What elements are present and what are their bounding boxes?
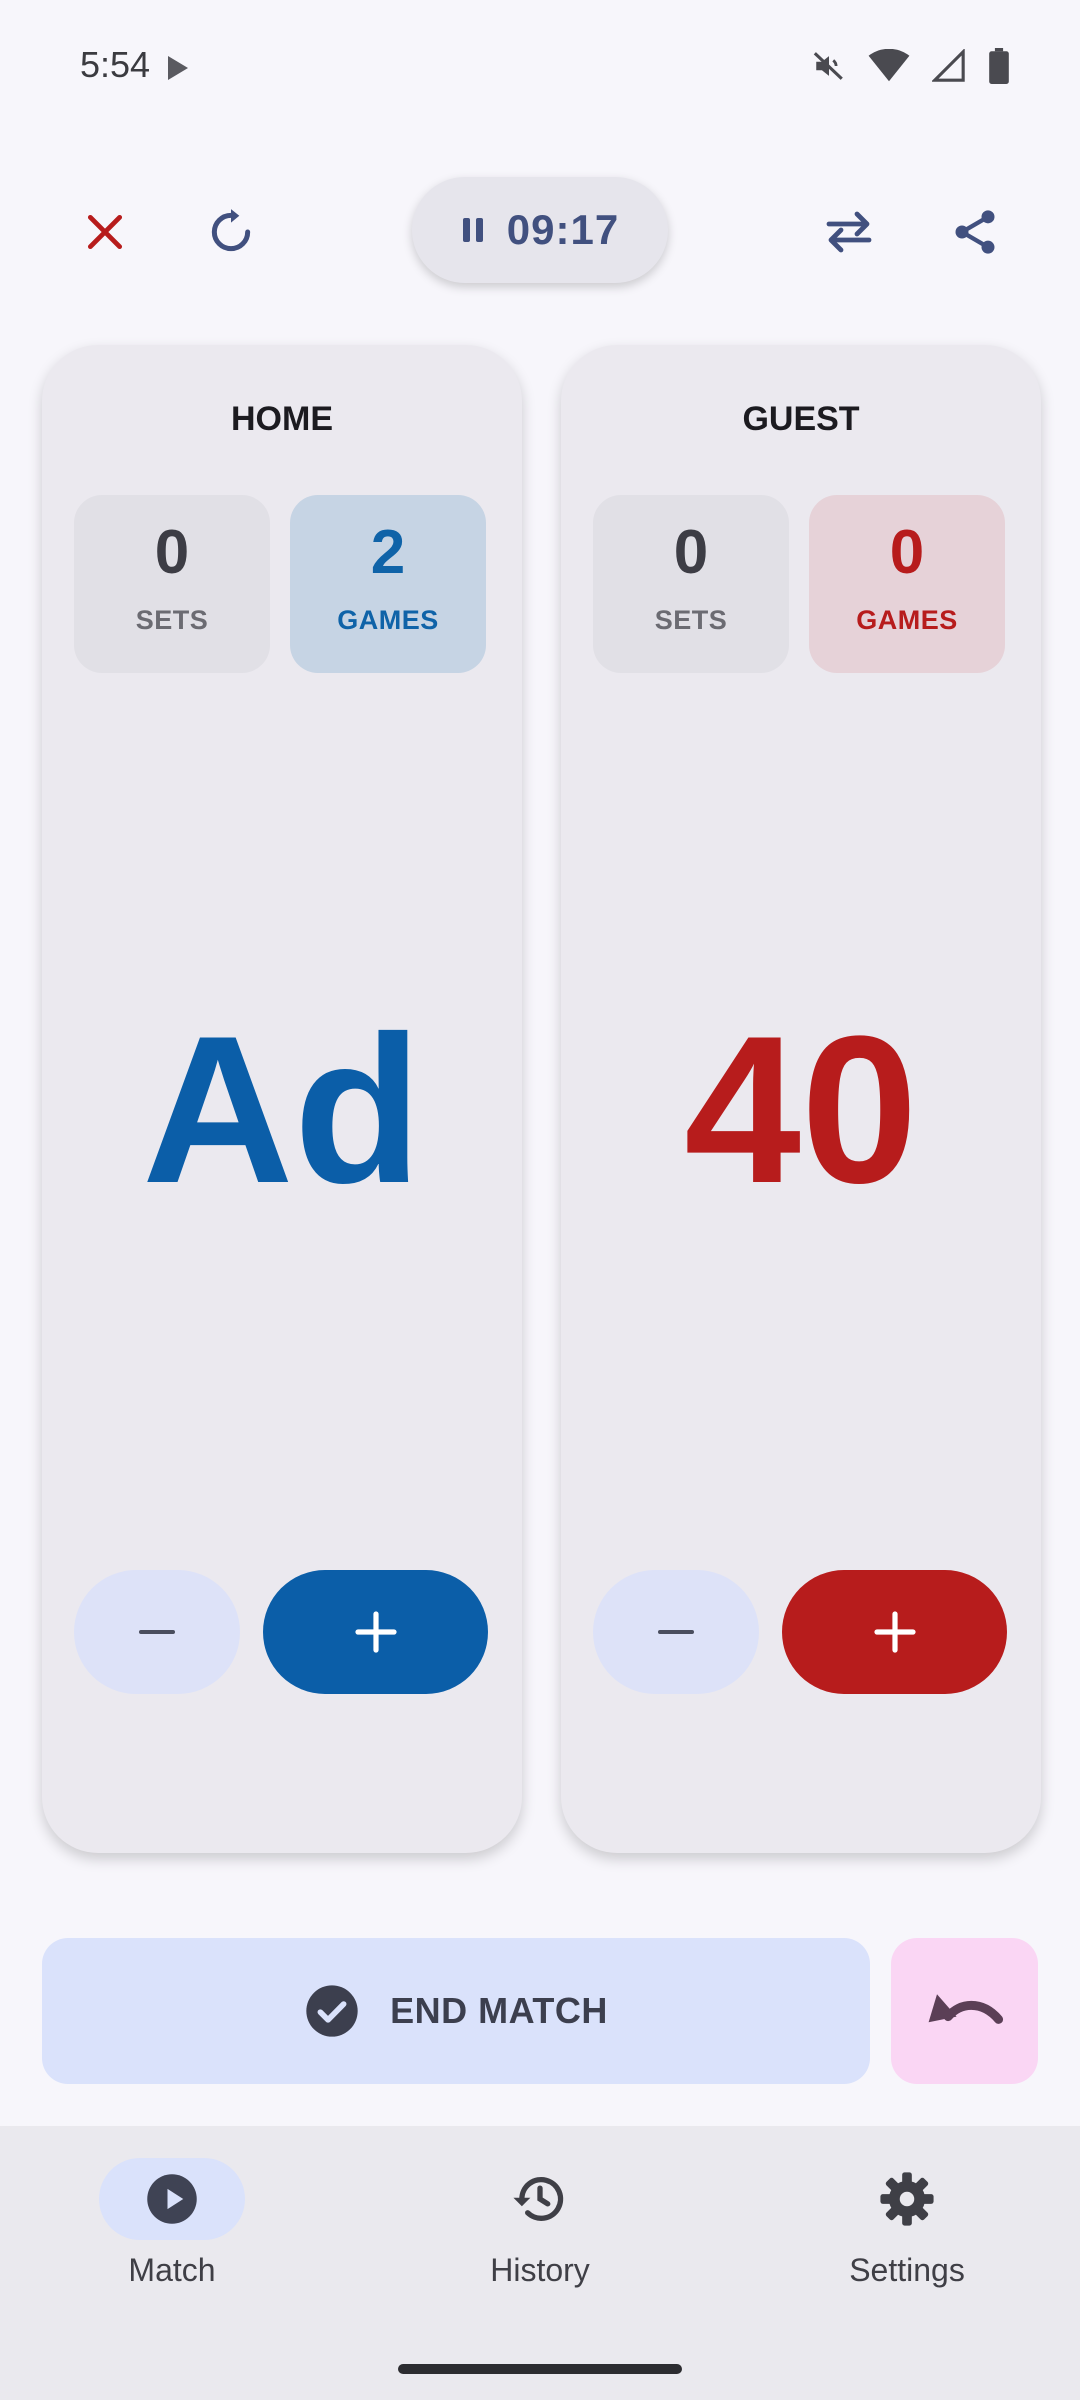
- plus-icon: [354, 1611, 397, 1653]
- nav-history-icon-wrap: [467, 2158, 613, 2240]
- home-sets-box: 0 SETS: [74, 495, 270, 673]
- status-bar: 5:54: [0, 0, 1080, 136]
- home-games-label: GAMES: [337, 605, 439, 635]
- play-icon: [168, 56, 188, 80]
- guest-minus-button[interactable]: [593, 1570, 759, 1694]
- gear-icon: [880, 2172, 934, 2226]
- home-games-value: 2: [370, 518, 406, 587]
- signal-icon: [932, 49, 965, 82]
- nav-item-match[interactable]: Match: [42, 2158, 302, 2289]
- guest-games-value: 0: [889, 518, 925, 587]
- guest-sets-value: 0: [673, 518, 709, 587]
- close-button[interactable]: [69, 196, 141, 268]
- end-match-button[interactable]: END MATCH: [42, 1938, 870, 2084]
- close-icon: [87, 214, 123, 250]
- bottom-navigation: Match History Settings: [0, 2126, 1080, 2400]
- nav-match-indicator: [99, 2158, 245, 2240]
- battery-icon: [989, 48, 1009, 84]
- undo-button[interactable]: [891, 1938, 1038, 2084]
- swap-sides-button[interactable]: [813, 196, 885, 268]
- timer-toggle[interactable]: 09:17: [412, 177, 668, 283]
- status-icons: [812, 48, 1010, 84]
- mute-icon: [813, 52, 843, 80]
- minus-icon: [658, 1630, 694, 1634]
- undo-icon: [928, 1994, 1003, 2024]
- guest-games-label: GAMES: [856, 605, 958, 635]
- home-minus-button[interactable]: [74, 1570, 240, 1694]
- share-icon: [955, 210, 995, 254]
- nav-item-settings[interactable]: Settings: [777, 2158, 1037, 2289]
- swap-icon: [826, 211, 872, 253]
- plus-icon: [873, 1611, 916, 1653]
- home-team-card[interactable]: HOME 0 SETS 2 GAMES Ad: [42, 345, 522, 1853]
- nav-label-settings: Settings: [849, 2252, 965, 2288]
- share-button[interactable]: [939, 196, 1011, 268]
- pause-icon: [462, 218, 483, 242]
- home-sets-value: 0: [154, 518, 190, 587]
- match-timer: 09:17: [506, 206, 620, 253]
- guest-sets-label: SETS: [654, 605, 728, 635]
- reset-button[interactable]: [195, 196, 267, 268]
- minus-icon: [139, 1630, 175, 1634]
- play-circle-icon: [147, 2174, 197, 2224]
- history-icon: [513, 2177, 564, 2221]
- guest-plus-button[interactable]: [782, 1570, 1007, 1694]
- home-plus-button[interactable]: [263, 1570, 488, 1694]
- home-sets-label: SETS: [135, 605, 209, 635]
- end-match-label: END MATCH: [390, 1990, 608, 2031]
- home-games-box: 2 GAMES: [290, 495, 486, 673]
- nav-item-history[interactable]: History: [410, 2158, 670, 2289]
- nav-settings-icon-wrap: [834, 2158, 980, 2240]
- nav-label-history: History: [490, 2252, 590, 2288]
- guest-team-card[interactable]: GUEST 0 SETS 0 GAMES 40: [561, 345, 1041, 1853]
- guest-team-name: GUEST: [742, 400, 860, 438]
- refresh-icon: [211, 209, 251, 252]
- wifi-icon: [868, 49, 910, 82]
- guest-sets-box: 0 SETS: [593, 495, 789, 673]
- nav-label-match: Match: [128, 2252, 216, 2288]
- guest-point-score[interactable]: 40: [561, 1005, 1041, 1215]
- home-team-name: HOME: [231, 400, 333, 438]
- guest-games-box: 0 GAMES: [809, 495, 1005, 673]
- check-circle-icon: [306, 1985, 358, 2037]
- status-time: 5:54: [80, 44, 151, 85]
- home-point-score[interactable]: Ad: [42, 1005, 522, 1215]
- home-indicator[interactable]: [398, 2364, 682, 2374]
